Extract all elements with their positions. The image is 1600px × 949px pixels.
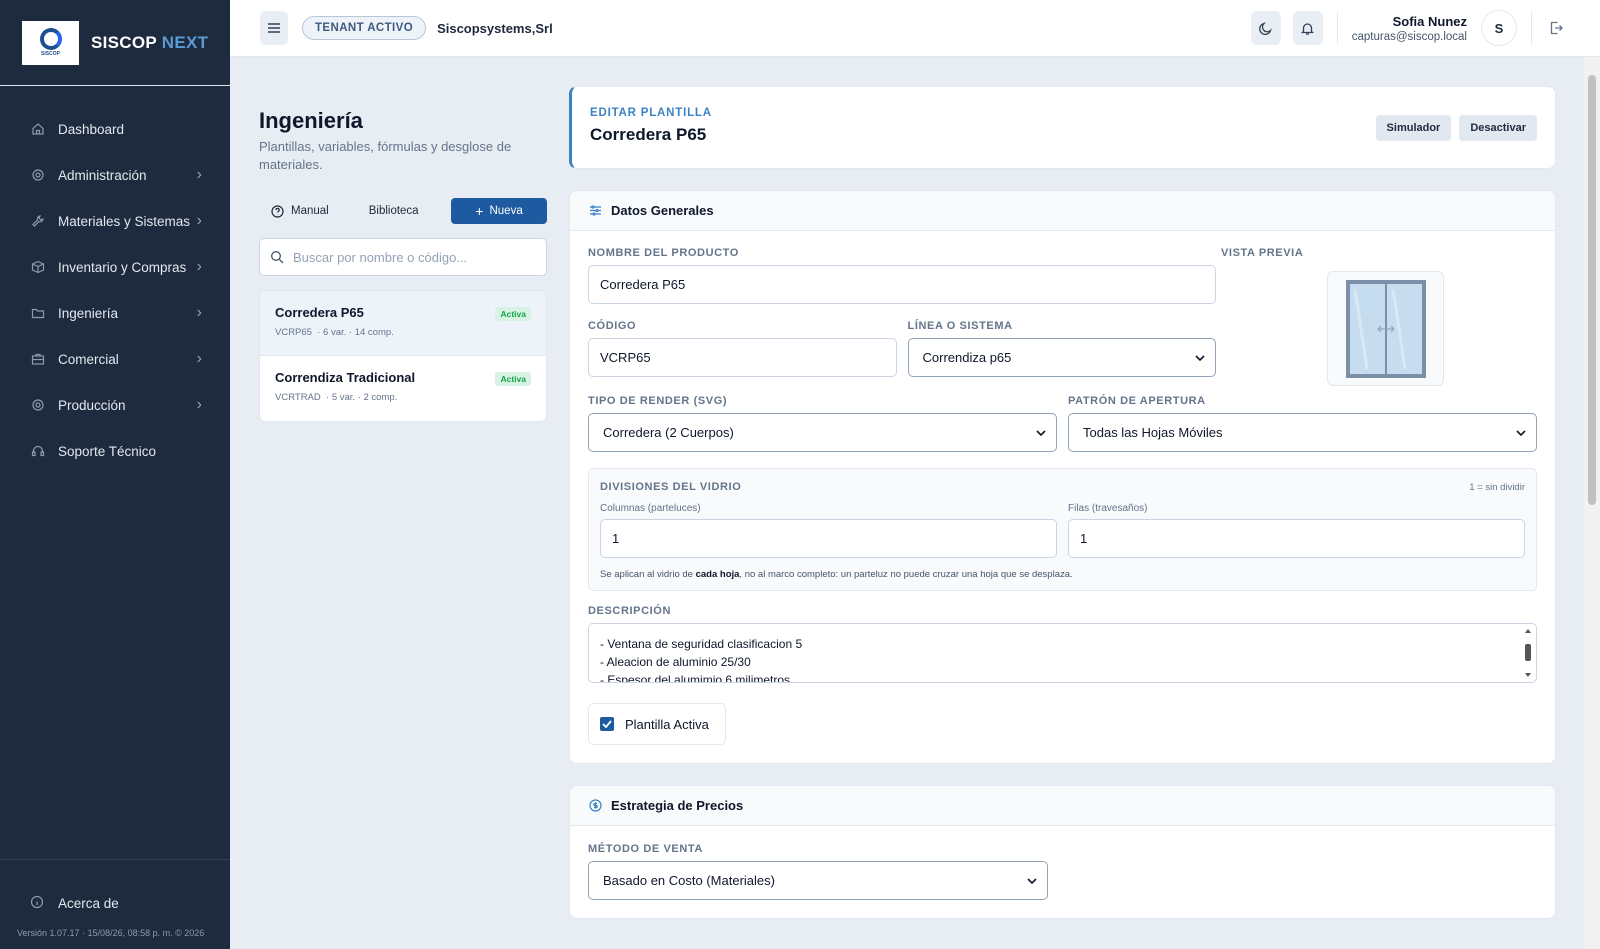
templates-panel: Ingeniería Plantillas, variables, fórmul…	[259, 108, 547, 422]
line-select[interactable]: Correndiza p65	[907, 338, 1216, 377]
menu-toggle-button[interactable]	[260, 11, 288, 45]
hamburger-icon	[268, 23, 280, 33]
chevron-down-icon	[1036, 429, 1046, 436]
about-link[interactable]: Acerca de	[0, 880, 230, 926]
sidebar-nav: Dashboard Administración › Materiales y …	[0, 86, 230, 474]
list-item[interactable]: Corredera P65 VCRP65 · 6 var. · 14 comp.…	[260, 291, 546, 356]
chevron-down-icon	[1027, 877, 1037, 884]
scrollbar-thumb[interactable]	[1588, 75, 1596, 505]
sidebar-item-comercial[interactable]: Comercial ›	[0, 336, 230, 382]
code-field[interactable]: VCRP65	[588, 338, 897, 377]
template-editor: EDITAR PLANTILLA Corredera P65 Simulador…	[569, 86, 1556, 919]
headset-icon	[30, 443, 46, 459]
brand[interactable]: SISCOP SISCOP NEXT	[0, 0, 230, 86]
page-scrollbar[interactable]	[1584, 57, 1600, 949]
sidebar: SISCOP SISCOP NEXT Dashboard Administrac…	[0, 0, 230, 949]
sidebar-item-materiales[interactable]: Materiales y Sistemas ›	[0, 198, 230, 244]
help-circle-icon	[271, 204, 284, 218]
search-icon	[271, 251, 284, 264]
status-badge: Activa	[495, 307, 531, 321]
gear-icon	[30, 397, 46, 413]
user-info[interactable]: Sofia Nunez capturas@siscop.local	[1352, 14, 1467, 43]
gear-icon	[30, 167, 46, 183]
section-header: Datos Generales	[570, 191, 1555, 231]
sliders-icon	[589, 204, 602, 217]
editor-header: EDITAR PLANTILLA Corredera P65 Simulador…	[569, 86, 1556, 169]
top-header: TENANT ACTIVO Siscopsystems,Srl Sofia Nu…	[230, 0, 1600, 57]
home-icon	[30, 121, 46, 137]
description-textarea[interactable]: - Ventana de seguridad clasificacion 5 -…	[588, 623, 1537, 683]
sidebar-footer: Acerca de Versión 1.07.17 · 15/08/26, 08…	[0, 859, 230, 949]
sliding-window-image	[1345, 279, 1426, 378]
columns-field[interactable]: 1	[600, 519, 1057, 558]
chevron-right-icon: ›	[196, 166, 202, 183]
help-text: Se aplican al vidrio de cada hoja, no al…	[600, 569, 1073, 580]
sale-method-select[interactable]: Basado en Costo (Materiales)	[588, 861, 1048, 900]
new-template-button[interactable]: + Nueva	[451, 198, 547, 224]
chevron-right-icon: ›	[196, 304, 202, 321]
chevron-right-icon: ›	[196, 212, 202, 229]
folder-icon	[30, 305, 46, 321]
textarea-scrollbar[interactable]	[1523, 627, 1533, 679]
render-type-select[interactable]: Corredera (2 Cuerpos)	[588, 413, 1057, 452]
wrench-icon	[30, 213, 46, 229]
logout-icon	[1550, 21, 1563, 35]
divider	[1336, 12, 1338, 44]
plus-icon: +	[475, 203, 484, 219]
section-header: Estrategia de Precios	[570, 786, 1555, 826]
logo: SISCOP	[22, 20, 79, 65]
avatar[interactable]: S	[1481, 10, 1517, 46]
sidebar-item-inventario[interactable]: Inventario y Compras ›	[0, 244, 230, 290]
simulator-button[interactable]: Simulador	[1375, 115, 1452, 141]
logout-button[interactable]	[1546, 20, 1566, 36]
divider	[1531, 12, 1532, 44]
chevron-right-icon: ›	[196, 396, 202, 413]
sidebar-item-administracion[interactable]: Administración ›	[0, 152, 230, 198]
theme-toggle-button[interactable]	[1250, 11, 1281, 45]
active-checkbox[interactable]: Plantilla Activa	[588, 703, 726, 745]
moon-icon	[1259, 21, 1273, 35]
sidebar-item-soporte[interactable]: Soporte Técnico	[0, 428, 230, 474]
dollar-circle-icon	[589, 799, 602, 812]
panel-actions: Manual Biblioteca + Nueva	[259, 198, 547, 224]
page-title: Ingeniería	[259, 108, 363, 133]
search-input[interactable]: Buscar por nombre o código...	[259, 238, 547, 276]
general-data-section: Datos Generales NOMBRE DEL PRODUCTO Corr…	[569, 190, 1556, 764]
briefcase-icon	[30, 351, 46, 367]
manual-button[interactable]: Manual	[259, 198, 341, 224]
pricing-section: Estrategia de Precios MÉTODO DE VENTA Ba…	[569, 785, 1556, 919]
chevron-right-icon: ›	[196, 350, 202, 367]
sidebar-item-ingenieria[interactable]: Ingeniería ›	[0, 290, 230, 336]
chevron-down-icon	[1516, 429, 1526, 436]
template-list: Corredera P65 VCRP65 · 6 var. · 14 comp.…	[259, 290, 547, 422]
notifications-button[interactable]	[1292, 11, 1323, 45]
deactivate-button[interactable]: Desactivar	[1459, 115, 1537, 141]
info-icon	[30, 895, 46, 911]
chevron-right-icon: ›	[196, 258, 202, 275]
sidebar-item-produccion[interactable]: Producción ›	[0, 382, 230, 428]
list-item[interactable]: Correndiza Tradicional VCRTRAD · 5 var. …	[260, 356, 546, 421]
tenant-name: Siscopsystems,Srl	[437, 20, 553, 36]
sidebar-item-dashboard[interactable]: Dashboard	[0, 106, 230, 152]
box-icon	[30, 259, 46, 275]
version-text: Versión 1.07.17 · 15/08/26, 08:58 p. m. …	[17, 928, 205, 938]
product-name-field[interactable]: Corredera P65	[588, 265, 1216, 304]
window-preview	[1327, 271, 1444, 386]
library-button[interactable]: Biblioteca	[357, 198, 431, 224]
brand-name: SISCOP NEXT	[91, 32, 209, 52]
bell-icon	[1301, 22, 1315, 35]
status-badge: Activa	[495, 372, 531, 386]
tenant-badge: TENANT ACTIVO	[302, 16, 427, 40]
checkbox-checked-icon	[600, 717, 614, 731]
page-subtitle: Plantillas, variables, fórmulas y desglo…	[259, 139, 512, 172]
chevron-down-icon	[1195, 354, 1205, 361]
opening-pattern-select[interactable]: Todas las Hojas Móviles	[1068, 413, 1537, 452]
glass-divisions-panel: DIVISIONES DEL VIDRIO 1 = sin dividir Co…	[588, 468, 1537, 591]
rows-field[interactable]: 1	[1068, 519, 1525, 558]
